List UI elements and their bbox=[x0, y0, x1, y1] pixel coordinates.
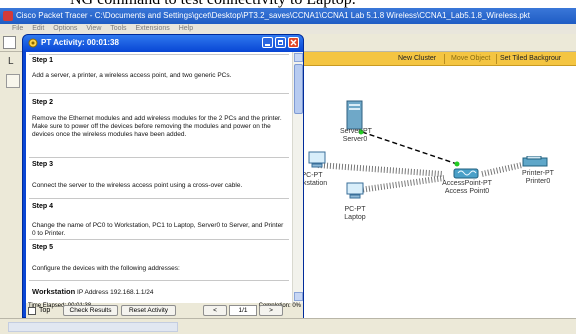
menu-options[interactable]: Options bbox=[53, 25, 77, 32]
new-cluster-button[interactable]: New Cluster bbox=[398, 52, 436, 66]
top-checkbox[interactable] bbox=[28, 307, 36, 315]
server-type: Server-PT bbox=[340, 128, 372, 135]
step-heading: Step 3 bbox=[32, 161, 54, 168]
step-heading: Step 1 bbox=[32, 57, 54, 64]
partial-device-line: Workstation IP Address 192.168.1.1/24 bbox=[32, 288, 284, 297]
laptop-pc-icon[interactable] bbox=[346, 182, 364, 200]
minimize-button[interactable] bbox=[262, 37, 273, 48]
activity-title: PT Activity: 00:01:38 bbox=[41, 38, 119, 47]
screenshot: NG command to test connectivity to Lapto… bbox=[0, 0, 576, 334]
workstation-pc-icon[interactable] bbox=[308, 151, 326, 169]
server-name: Server0 bbox=[342, 136, 368, 143]
step-text: Add a server, a printer, a wireless acce… bbox=[32, 72, 232, 79]
instructions-scrollbar[interactable] bbox=[292, 52, 303, 303]
menu-extensions[interactable]: Extensions bbox=[136, 25, 170, 32]
step-text: Remove the Ethernet modules and add wire… bbox=[32, 115, 282, 138]
divider bbox=[29, 157, 289, 158]
access-point-label: AccessPoint-PT Access Point0 bbox=[442, 180, 492, 196]
next-page-button[interactable]: > bbox=[259, 305, 283, 316]
activity-gear-icon bbox=[28, 38, 38, 48]
crossover-cable[interactable] bbox=[361, 131, 461, 166]
page-indicator: 1/1 bbox=[229, 305, 257, 316]
previous-page-button[interactable]: < bbox=[203, 305, 227, 316]
step-text: Change the name of PC0 to Workstation, P… bbox=[32, 222, 284, 237]
menu-help[interactable]: Help bbox=[179, 25, 193, 32]
menu-file[interactable]: File bbox=[12, 25, 23, 32]
activity-titlebar[interactable]: PT Activity: 00:01:38 bbox=[23, 35, 303, 51]
step-heading: Step 2 bbox=[32, 99, 54, 106]
divider bbox=[29, 93, 289, 94]
packet-tracer-icon bbox=[3, 11, 13, 21]
printer-name: Printer0 bbox=[525, 178, 551, 185]
new-file-icon[interactable] bbox=[3, 36, 16, 49]
menu-edit[interactable]: Edit bbox=[32, 25, 44, 32]
document-caption: NG command to test connectivity to Lapto… bbox=[0, 0, 576, 8]
minimize-icon bbox=[265, 44, 270, 46]
activity-window: PT Activity: 00:01:38 Step 1 Add a serve… bbox=[22, 34, 304, 318]
wireless-link-workstation bbox=[317, 162, 443, 177]
printer-type: Printer-PT bbox=[522, 170, 554, 177]
move-object-button[interactable]: Move Object bbox=[451, 52, 490, 66]
divider bbox=[29, 239, 289, 240]
topology-canvas bbox=[317, 129, 523, 193]
laptop-label: PC-PT Laptop bbox=[340, 206, 370, 222]
step-heading: Step 4 bbox=[32, 203, 54, 210]
divider bbox=[29, 54, 289, 55]
logical-toolbar: New Cluster Move Object Set Tiled Backgr… bbox=[300, 52, 576, 66]
caption-text: NG command to test connectivity to Lapto… bbox=[70, 0, 356, 8]
close-button[interactable] bbox=[288, 37, 299, 48]
check-results-button[interactable]: Check Results bbox=[63, 305, 118, 316]
status-area bbox=[0, 318, 576, 334]
divider bbox=[29, 198, 289, 199]
printer-icon[interactable] bbox=[522, 156, 548, 168]
access-point-name: Access Point0 bbox=[444, 188, 490, 195]
laptop-type: PC-PT bbox=[344, 206, 366, 213]
root-icon[interactable] bbox=[6, 74, 20, 88]
reset-activity-button[interactable]: Reset Activity bbox=[121, 305, 176, 316]
instructions-pane[interactable]: Step 1 Add a server, a printer, a wirele… bbox=[26, 52, 292, 303]
toolbar-divider bbox=[496, 54, 497, 64]
app-titlebar: Cisco Packet Tracer - C:\Documents and S… bbox=[0, 8, 576, 24]
scroll-down-icon[interactable] bbox=[294, 292, 303, 301]
maximize-icon bbox=[278, 40, 283, 45]
partial-device-name: Workstation bbox=[32, 287, 76, 296]
set-tiled-background-button[interactable]: Set Tiled Backgrour bbox=[500, 52, 561, 66]
server-icon[interactable] bbox=[346, 100, 364, 130]
close-icon bbox=[290, 39, 297, 46]
menu-view[interactable]: View bbox=[86, 25, 101, 32]
scroll-thumb[interactable] bbox=[294, 64, 303, 114]
wireless-link-laptop bbox=[359, 175, 445, 193]
logical-workspace[interactable]: Server-PT Server0 PC-PT orkstation PC-PT… bbox=[297, 66, 576, 318]
access-point-icon[interactable] bbox=[453, 166, 479, 180]
step-text: Configure the devices with the following… bbox=[32, 265, 180, 272]
logical-tab-label[interactable]: L bbox=[8, 56, 14, 67]
toolbar-divider bbox=[444, 54, 445, 64]
printer-label: Printer-PT Printer0 bbox=[518, 170, 558, 186]
menu-bar: File Edit Options View Tools Extensions … bbox=[0, 24, 576, 34]
laptop-name: Laptop bbox=[344, 214, 366, 221]
partial-device-text: IP Address 192.168.1.1/24 bbox=[77, 289, 154, 296]
access-point-type: AccessPoint-PT bbox=[442, 180, 492, 187]
server-label: Server-PT Server0 bbox=[340, 128, 372, 144]
step-text: Connect the server to the wireless acces… bbox=[32, 182, 243, 189]
scroll-up-icon[interactable] bbox=[294, 53, 303, 62]
divider bbox=[29, 280, 289, 281]
menu-tools[interactable]: Tools bbox=[110, 25, 126, 32]
status-field bbox=[8, 322, 178, 332]
app-title: Cisco Packet Tracer - C:\Documents and S… bbox=[16, 11, 530, 20]
wireless-link-printer bbox=[481, 162, 523, 177]
maximize-button[interactable] bbox=[275, 37, 286, 48]
step-heading: Step 5 bbox=[32, 244, 54, 251]
top-label: Top bbox=[39, 307, 51, 314]
